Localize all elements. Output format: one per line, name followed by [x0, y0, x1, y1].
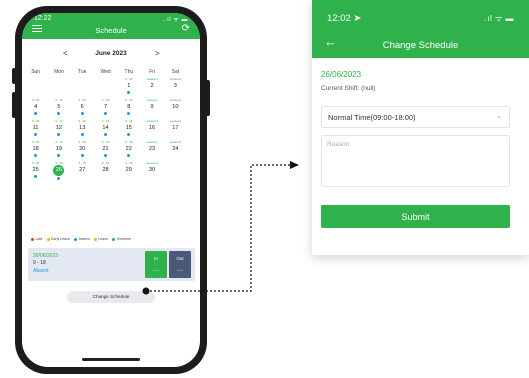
connector-arrowhead — [290, 161, 299, 169]
shift-select[interactable]: Normal Time(09:00-18:00) ⌄ — [321, 106, 510, 128]
panel-header: 12:02 ➤ .ıl ᯤ ▬ ← Change Schedule — [312, 0, 529, 58]
submit-button[interactable]: Submit — [321, 205, 510, 228]
status-time: 12:02 ➤ — [327, 13, 362, 24]
reason-input[interactable] — [321, 135, 510, 187]
status-indicators: .ıl ᯤ ▬ — [484, 14, 514, 23]
connector-start-dot — [142, 287, 150, 295]
change-schedule-screen: 12:02 ➤ .ıl ᯤ ▬ ← Change Schedule 26/06/… — [312, 0, 529, 255]
shift-select-value: Normal Time(09:00-18:00) — [328, 113, 416, 122]
connector-line — [150, 164, 290, 292]
panel-title: Change Schedule — [382, 40, 459, 51]
schedule-date: 26/06/2023 — [321, 70, 362, 79]
current-shift-label: Current Shift: (null) — [321, 85, 376, 92]
chevron-down-icon: ⌄ — [496, 113, 502, 120]
